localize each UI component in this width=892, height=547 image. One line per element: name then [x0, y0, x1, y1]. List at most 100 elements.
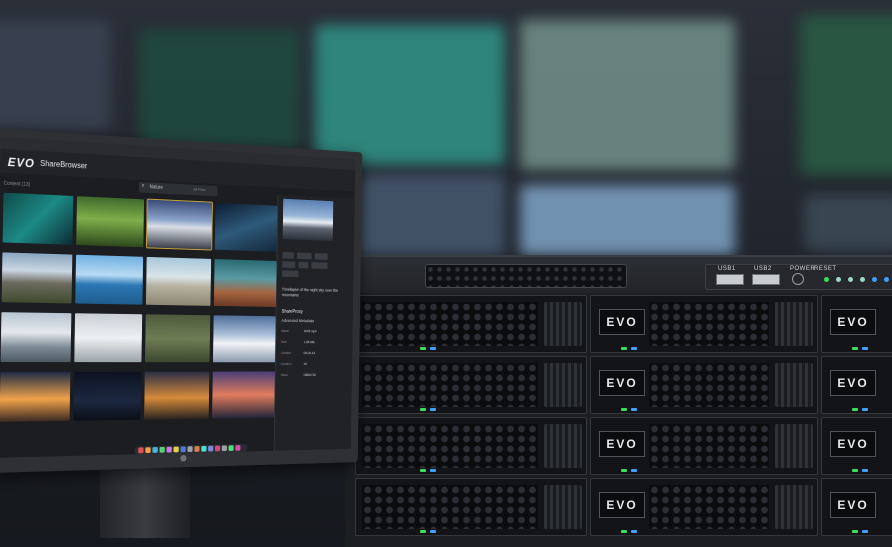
- power-label: POWER: [790, 266, 816, 272]
- metadata-value: 1080x720: [303, 373, 316, 377]
- evo-logo: EVO: [7, 155, 35, 171]
- dock-app-icon[interactable]: [187, 446, 193, 453]
- drive-led: [631, 408, 637, 411]
- reset-label: RESET: [814, 266, 837, 272]
- drive-led: [631, 469, 637, 472]
- monitor-stand: [100, 468, 190, 538]
- dock-app-icon[interactable]: [152, 447, 158, 453]
- status-led: [884, 277, 889, 282]
- dock-app-icon[interactable]: [221, 445, 227, 452]
- dock-app-icon[interactable]: [214, 445, 221, 452]
- asset-thumbnail[interactable]: [74, 313, 143, 363]
- dock-app-icon[interactable]: [173, 446, 179, 453]
- bg-screen: [805, 195, 892, 250]
- server-front-panel: USB1 USB2 POWER RESET: [705, 264, 892, 290]
- monitor-screen: EVO ShareBrowser ⌕ Nature All Files Cont…: [0, 136, 356, 458]
- asset-thumbnail[interactable]: [144, 314, 211, 363]
- drive-led: [420, 530, 426, 533]
- metadata-label: Duration: [280, 362, 292, 366]
- dock-app-icon[interactable]: [166, 446, 172, 453]
- asset-thumbnail[interactable]: [212, 371, 275, 419]
- asset-thumbnail[interactable]: [214, 202, 278, 252]
- asset-thumbnail[interactable]: [213, 259, 277, 308]
- bay-handle: [775, 485, 813, 529]
- dock-app-icon[interactable]: [201, 445, 207, 452]
- asset-thumbnail[interactable]: [75, 254, 144, 305]
- drive-led: [862, 347, 868, 350]
- asset-thumbnail[interactable]: [144, 371, 210, 420]
- drive-bay: [355, 417, 587, 475]
- drive-bays: EVO EVO EVO EVO EVO EVO EVO EVO: [345, 295, 892, 545]
- bay-handle: [544, 363, 582, 407]
- content-count-label: Content (13): [3, 180, 31, 188]
- drive-bay: EVO: [821, 478, 892, 536]
- asset-thumbnail[interactable]: [1, 252, 73, 304]
- bay-honeycomb: [649, 424, 769, 468]
- drive-led: [631, 347, 637, 350]
- dock-app-icon[interactable]: [180, 446, 186, 453]
- dock-app-icon[interactable]: [138, 447, 144, 454]
- bay-honeycomb: [362, 424, 538, 468]
- status-led: [836, 277, 841, 282]
- search-icon: ⌕: [141, 182, 145, 189]
- bay-evo-logo: EVO: [830, 492, 876, 518]
- dock-app-icon[interactable]: [159, 446, 165, 453]
- drive-bay: EVO: [590, 295, 818, 353]
- drive-led: [862, 408, 868, 411]
- usb1-label: USB1: [718, 266, 736, 272]
- bay-evo-logo: EVO: [830, 370, 876, 396]
- taskbar-dock: [134, 443, 248, 455]
- bay-evo-logo: EVO: [599, 370, 645, 396]
- drive-led: [420, 347, 426, 350]
- bay-evo-logo: EVO: [599, 492, 645, 518]
- drive-led: [852, 347, 858, 350]
- asset-thumbnail[interactable]: [145, 198, 213, 251]
- asset-thumbnail[interactable]: [76, 196, 145, 248]
- dock-app-icon[interactable]: [208, 445, 214, 452]
- drive-bay: [355, 356, 587, 414]
- metadata-value: 0025.mp4: [303, 329, 317, 334]
- drive-bay: [355, 478, 587, 536]
- drive-led: [631, 530, 637, 533]
- thumbnail-grid: [0, 192, 278, 441]
- status-led: [824, 277, 829, 282]
- bg-screen: [520, 185, 735, 255]
- bg-screen: [800, 15, 892, 175]
- drive-led: [621, 347, 627, 350]
- asset-detail-panel: Timelapse of the night sky over the moun…: [273, 194, 356, 451]
- filter-dropdown[interactable]: All Files: [193, 187, 205, 192]
- bay-handle: [775, 424, 813, 468]
- dock-app-icon[interactable]: [145, 447, 151, 454]
- bay-handle: [544, 485, 582, 529]
- asset-thumbnail[interactable]: [2, 192, 74, 245]
- asset-thumbnail[interactable]: [0, 312, 72, 363]
- dock-app-icon[interactable]: [228, 445, 234, 451]
- search-input[interactable]: ⌕ Nature All Files: [138, 181, 218, 197]
- metadata-value: 05-09-14: [303, 351, 316, 356]
- asset-thumbnail[interactable]: [0, 371, 71, 422]
- asset-thumbnail[interactable]: [145, 256, 212, 306]
- drive-bay: EVO: [821, 356, 892, 414]
- search-text: Nature: [149, 184, 163, 191]
- bay-evo-logo: EVO: [599, 431, 645, 457]
- asset-thumbnail[interactable]: [73, 371, 142, 421]
- metadata-value: 15: [303, 362, 307, 366]
- asset-thumbnail[interactable]: [212, 315, 276, 363]
- drive-led: [852, 530, 858, 533]
- rack-vent: [425, 264, 627, 288]
- drive-bay: EVO: [821, 417, 892, 475]
- status-led: [872, 277, 877, 282]
- drive-led: [862, 469, 868, 472]
- bay-evo-logo: EVO: [830, 431, 876, 457]
- metadata-list: Name 0025.mp4 Size 1.85 MB Created 05-09-14 Du…: [274, 195, 355, 451]
- bay-honeycomb: [362, 485, 538, 529]
- dock-app-icon[interactable]: [194, 446, 200, 452]
- usb-port: [716, 274, 744, 285]
- dock-app-icon[interactable]: [235, 445, 241, 451]
- metadata-label: Created: [280, 351, 292, 355]
- bg-screen: [520, 20, 735, 170]
- drive-bay: EVO: [821, 295, 892, 353]
- drive-led: [621, 530, 627, 533]
- drive-led: [852, 469, 858, 472]
- drive-led: [420, 469, 426, 472]
